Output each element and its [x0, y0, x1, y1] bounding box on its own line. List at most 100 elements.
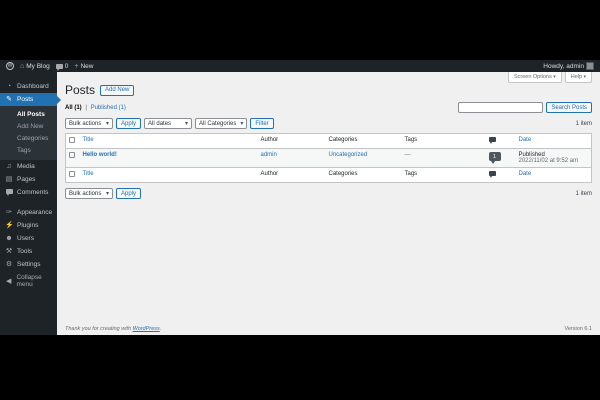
sidebar-item-label: Comments — [17, 189, 49, 196]
sidebar-item-settings[interactable]: ⚙ Settings — [0, 258, 57, 271]
sidebar-item-appearance[interactable]: ✑ Appearance — [0, 206, 57, 219]
wordpress-logo-icon: W — [6, 62, 14, 70]
tools-icon: ⚒ — [5, 248, 13, 255]
sidebar-item-comments[interactable]: Comments — [0, 186, 57, 199]
submenu-item-categories[interactable]: Categories — [0, 132, 57, 144]
search-posts-button[interactable]: Search Posts — [546, 102, 592, 113]
column-footer-date[interactable]: Date — [516, 168, 592, 183]
footer-thanks-period: . — [159, 326, 162, 332]
wordpress-logo-menu[interactable]: W — [6, 62, 14, 70]
column-footer-title[interactable]: Title — [80, 168, 258, 183]
collapse-arrow-icon: ◀ — [6, 277, 12, 285]
sidebar-item-plugins[interactable]: ⚡ Plugins — [0, 219, 57, 232]
pages-icon: ▤ — [5, 176, 13, 183]
post-title-link[interactable]: Hello world! — [83, 152, 117, 158]
add-new-button[interactable]: Add New — [100, 84, 135, 96]
bulk-actions-select[interactable]: Bulk actions — [65, 118, 113, 129]
comment-count-bubble[interactable]: 1 — [488, 152, 501, 164]
admin-footer: Thank you for creating with WordPress. V… — [65, 326, 592, 332]
comments-column-icon — [488, 137, 496, 144]
column-header-title[interactable]: Title — [80, 134, 258, 149]
column-footer-comments[interactable] — [486, 168, 516, 183]
admin-body: ◔ Dashboard ✎ Posts All Posts Add New Ca… — [0, 72, 600, 335]
sidebar-item-label: Posts — [17, 96, 34, 103]
post-category-link[interactable]: Uncategorized — [329, 152, 368, 158]
howdy-label: Howdy, admin — [543, 62, 584, 70]
apply-button-bottom[interactable]: Apply — [116, 188, 142, 199]
sidebar-item-label: Pages — [17, 176, 36, 183]
sidebar-item-media[interactable]: ♫ Media — [0, 160, 57, 173]
sidebar-separator — [0, 199, 57, 206]
admin-sidebar: ◔ Dashboard ✎ Posts All Posts Add New Ca… — [0, 72, 61, 335]
row-checkbox[interactable] — [69, 152, 75, 158]
sidebar-item-dashboard[interactable]: ◔ Dashboard — [0, 80, 57, 93]
apply-button[interactable]: Apply — [116, 118, 142, 129]
settings-icon: ⚙ — [5, 261, 13, 268]
main-content: Screen Options Help Posts Add New All (1… — [57, 72, 600, 335]
bulk-actions-group-bottom: Bulk actions Apply — [65, 188, 142, 199]
post-date: 2022/11/02 at 9:52 am — [518, 158, 579, 164]
search-input[interactable] — [458, 102, 544, 113]
collapse-menu-label: Collapse menu — [16, 274, 42, 288]
column-header-date[interactable]: Date — [516, 134, 592, 149]
filter-button[interactable]: Filter — [250, 118, 274, 129]
submenu-item-all-posts[interactable]: All Posts — [0, 108, 57, 120]
search-box: Search Posts — [458, 102, 592, 113]
dashboard-icon: ◔ — [6, 83, 12, 90]
posts-submenu: All Posts Add New Categories Tags — [0, 106, 57, 160]
comments-bubble-icon — [55, 63, 63, 71]
tablenav-bottom: Bulk actions Apply 1 item — [65, 188, 592, 199]
admin-bar: W ⌂ My Blog 0 + New Howdy, admin — [0, 60, 600, 72]
users-icon: ☻ — [5, 235, 13, 242]
avatar — [586, 62, 594, 70]
collapse-menu-button[interactable]: ◀ Collapse menu — [0, 271, 57, 291]
bulk-actions-select-bottom[interactable]: Bulk actions — [65, 188, 113, 199]
dates-filter-select[interactable]: All dates — [144, 118, 193, 129]
column-header-tags: Tags — [404, 137, 418, 143]
help-tab[interactable]: Help — [564, 72, 592, 83]
column-header-author: Author — [260, 137, 279, 143]
version-label: Version 6.1 — [564, 326, 592, 332]
column-footer-categories: Categories — [328, 171, 358, 177]
sidebar-item-posts[interactable]: ✎ Posts — [0, 93, 61, 106]
column-footer-tags: Tags — [404, 171, 418, 177]
screen-options-tab[interactable]: Screen Options — [507, 72, 562, 83]
categories-filter-select[interactable]: All Categories — [195, 118, 248, 129]
footer-thanks-text: Thank you for creating with — [65, 326, 133, 332]
post-row: Hello world! admin Uncategorized — 1 Pub… — [65, 148, 592, 168]
sidebar-item-tools[interactable]: ⚒ Tools — [0, 245, 57, 258]
item-count-bottom: 1 item — [575, 190, 592, 197]
submenu-item-add-new[interactable]: Add New — [0, 120, 57, 132]
column-header-comments[interactable] — [486, 134, 516, 149]
column-footer-author: Author — [260, 171, 279, 177]
filter-published-link[interactable]: Published (1) — [91, 105, 126, 111]
new-label: New — [80, 62, 94, 70]
sidebar-item-label: Plugins — [17, 222, 39, 229]
screen-meta-tabs: Screen Options Help — [507, 72, 592, 83]
comments-icon — [5, 189, 13, 196]
appearance-icon: ✑ — [6, 209, 12, 216]
letterboxed-screenshot: W ⌂ My Blog 0 + New Howdy, admin ◔ Dashb… — [0, 0, 600, 400]
plus-icon: + — [74, 62, 79, 70]
sidebar-item-label: Appearance — [17, 209, 53, 216]
select-all-checkbox-bottom[interactable] — [69, 171, 75, 177]
bulk-actions-group: Bulk actions Apply All dates All Categor… — [65, 118, 274, 129]
filter-all-link[interactable]: All (1) — [65, 105, 82, 111]
new-content-menu[interactable]: + New — [74, 63, 93, 70]
post-tags-value: — — [404, 152, 411, 158]
sidebar-item-pages[interactable]: ▤ Pages — [0, 173, 57, 186]
wordpress-link[interactable]: WordPress — [133, 326, 160, 332]
select-all-checkbox[interactable] — [69, 137, 75, 143]
site-name-label: My Blog — [26, 62, 50, 70]
sidebar-item-users[interactable]: ☻ Users — [0, 232, 57, 245]
submenu-item-tags[interactable]: Tags — [0, 144, 57, 156]
sidebar-item-label: Users — [17, 235, 34, 242]
admin-bar-comments-link[interactable]: 0 — [55, 63, 68, 71]
posts-table: Title Author Categories Tags Date Hello … — [65, 133, 592, 183]
site-name-link[interactable]: ⌂ My Blog — [20, 63, 50, 70]
plugins-icon: ⚡ — [5, 222, 14, 229]
post-author-link[interactable]: admin — [261, 152, 277, 158]
sidebar-item-label: Settings — [17, 261, 41, 268]
my-account-menu[interactable]: Howdy, admin — [543, 62, 594, 70]
posts-icon: ✎ — [6, 96, 12, 103]
